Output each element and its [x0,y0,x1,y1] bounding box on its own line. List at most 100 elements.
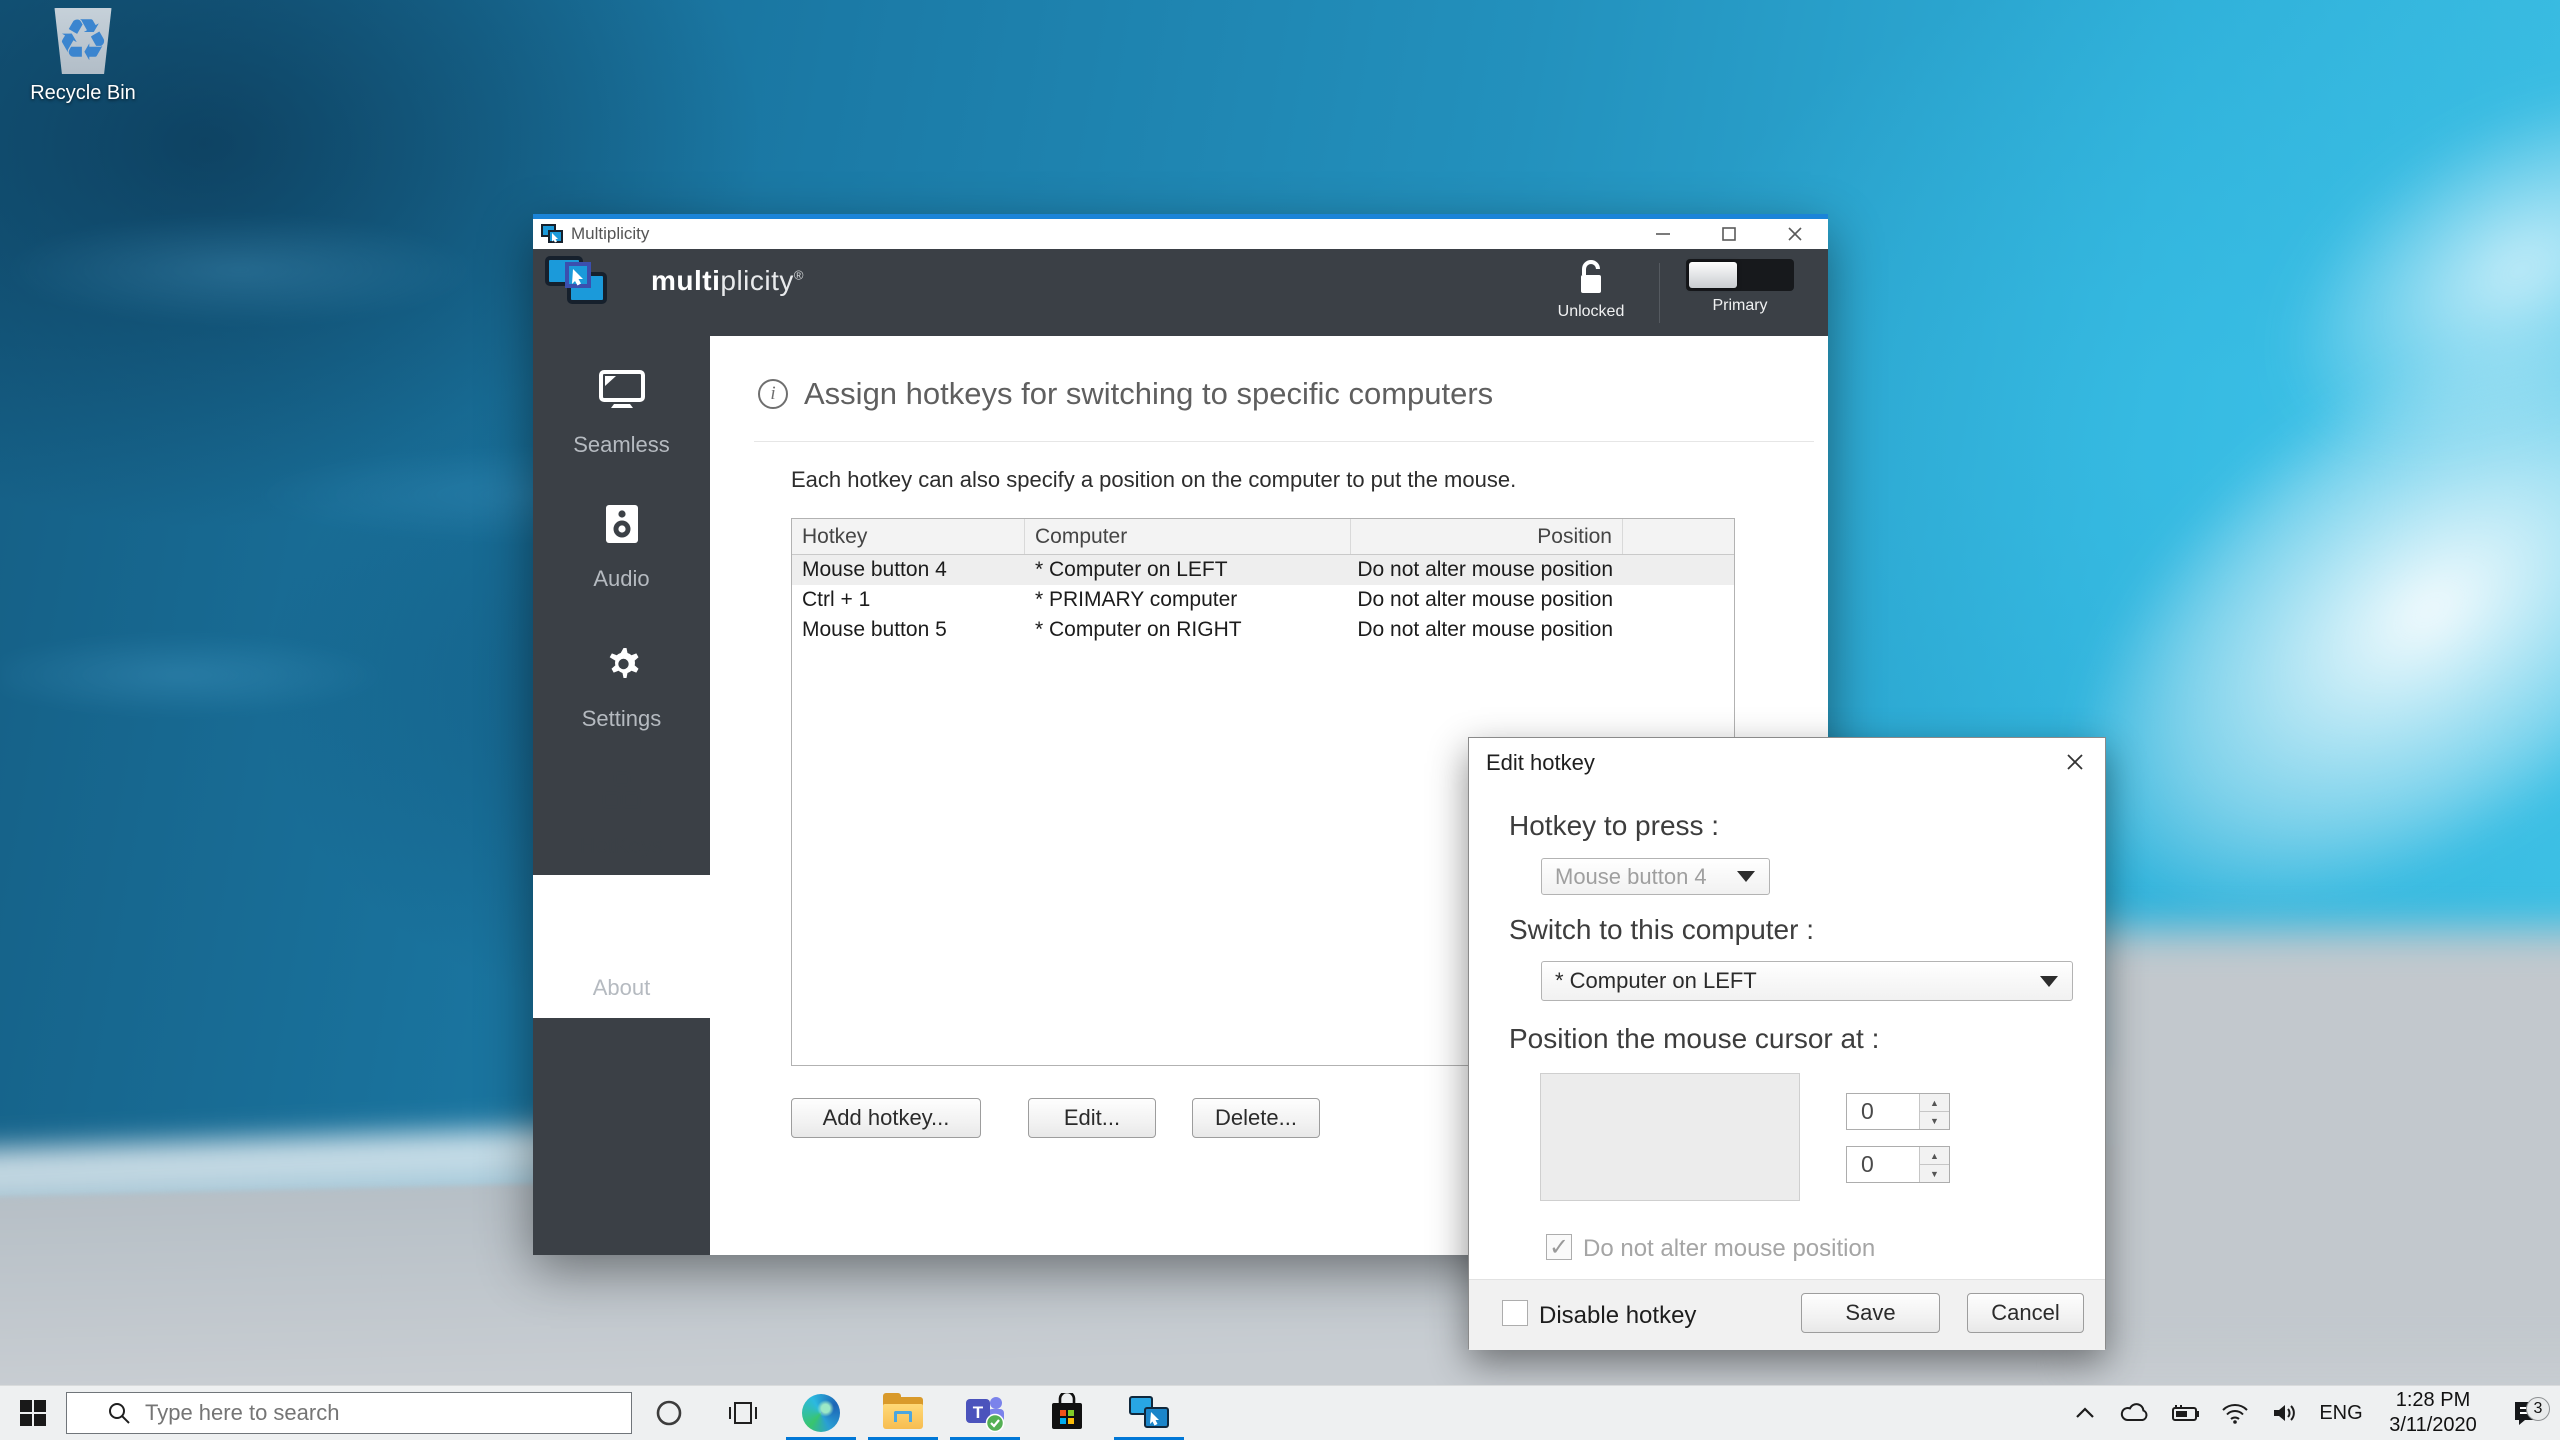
do-not-alter-checkbox[interactable]: ✓ [1546,1234,1572,1260]
hidden-icons-chevron[interactable] [2060,1406,2110,1420]
start-button[interactable] [0,1386,66,1440]
task-view-button[interactable] [706,1386,780,1440]
hotkey-to-press-label: Hotkey to press : [1509,810,1719,842]
computer-dropdown[interactable]: * Computer on LEFT [1541,961,2073,1001]
search-icon [107,1401,131,1425]
taskbar-app-teams[interactable]: T [944,1386,1026,1440]
add-hotkey-button[interactable]: Add hotkey... [791,1098,981,1138]
spin-down-button[interactable]: ▼ [1920,1165,1949,1182]
edit-button[interactable]: Edit... [1028,1098,1156,1138]
do-not-alter-label: Do not alter mouse position [1583,1235,1875,1263]
sidebar-item-settings[interactable]: Settings [533,644,710,732]
running-indicator [868,1437,938,1440]
app-header: multiplicity® Unlocked Primary [533,249,1828,336]
search-input[interactable] [145,1400,605,1426]
delete-button[interactable]: Delete... [1192,1098,1320,1138]
sidebar-item-seamless[interactable]: Seamless [533,370,710,458]
taskbar-app-edge[interactable] [780,1386,862,1440]
volume-icon[interactable] [2260,1401,2310,1425]
table-row[interactable]: Ctrl + 1 * PRIMARY computer Do not alter… [792,585,1734,615]
desktop: ♻ Recycle Bin Multiplicity [0,0,2560,1440]
taskbar-search[interactable] [66,1392,632,1434]
check-icon: ✓ [1549,1233,1569,1262]
table-row[interactable]: Mouse button 5 * Computer on RIGHT Do no… [792,615,1734,645]
task-view-icon [728,1399,758,1427]
time: 1:28 PM [2372,1388,2494,1413]
system-tray: ENG 1:28 PM 3/11/2020 3 [2060,1386,2560,1440]
recycle-bin-icon: ♻ [52,8,114,74]
taskbar-app-store[interactable] [1026,1386,1108,1440]
windows-logo-icon [20,1400,46,1426]
minimize-button[interactable] [1630,219,1696,249]
taskbar-clock[interactable]: 1:28 PM 3/11/2020 [2372,1388,2494,1438]
recycle-bin-label: Recycle Bin [18,82,148,105]
column-header-hotkey[interactable]: Hotkey [792,519,1025,554]
multiplicity-icon [1129,1396,1169,1430]
dialog-title: Edit hotkey [1486,750,1595,776]
disable-hotkey-label: Disable hotkey [1539,1302,1696,1330]
cancel-button[interactable]: Cancel [1967,1293,2084,1333]
notification-badge: 3 [2526,1397,2550,1421]
close-button[interactable] [1762,219,1828,249]
sidebar-item-hotkeys[interactable]: HotKeys [533,771,710,859]
x-coordinate-stepper[interactable]: 0 ▲ ▼ [1846,1093,1950,1130]
taskbar-app-multiplicity[interactable] [1108,1386,1190,1440]
heading-divider [754,441,1814,442]
primary-toggle[interactable] [1686,259,1794,291]
multiplicity-logo: multiplicity® [545,254,804,308]
spin-down-button[interactable]: ▼ [1920,1112,1949,1129]
hotkey-dropdown[interactable]: Mouse button 4 [1541,858,1770,895]
primary-toggle-control[interactable]: Primary [1670,259,1810,315]
running-indicator [1114,1437,1184,1440]
window-title: Multiplicity [571,224,649,244]
edit-hotkey-dialog: Edit hotkey Hotkey to press : Mouse butt… [1468,737,2106,1349]
column-header-computer[interactable]: Computer [1025,519,1351,554]
beach-sand [2080,930,2560,1360]
maximize-button[interactable] [1696,219,1762,249]
gear-icon [533,644,710,684]
cortana-button[interactable] [632,1386,706,1440]
wifi-icon[interactable] [2210,1402,2260,1424]
spin-up-button[interactable]: ▲ [1920,1094,1949,1112]
app-window-icon [541,224,563,244]
toggle-knob [1689,262,1737,288]
primary-label: Primary [1670,297,1810,315]
position-cursor-label: Position the mouse cursor at : [1509,1023,1879,1055]
dialog-close-button[interactable] [2061,748,2089,776]
page-title: Assign hotkeys for switching to specific… [804,376,1493,412]
svg-text:?: ? [615,923,627,945]
window-titlebar[interactable]: Multiplicity [533,219,1828,249]
hotkeys-sitemap-icon [533,771,710,811]
y-coordinate-stepper[interactable]: 0 ▲ ▼ [1846,1146,1950,1183]
unlocked-padlock-icon [1576,259,1606,297]
file-explorer-icon [883,1397,923,1429]
lock-label: Unlocked [1536,303,1646,321]
taskbar: T [0,1385,2560,1440]
taskbar-app-file-explorer[interactable] [862,1386,944,1440]
column-header-position[interactable]: Position [1351,519,1623,554]
spin-up-button[interactable]: ▲ [1920,1147,1949,1165]
sidebar-item-about[interactable]: ? About [533,913,710,1001]
date: 3/11/2020 [2372,1413,2494,1438]
header-divider [1659,263,1660,323]
action-center-button[interactable]: 3 [2494,1399,2560,1427]
disable-hotkey-checkbox[interactable] [1502,1300,1528,1326]
save-button[interactable]: Save [1801,1293,1940,1333]
speaker-icon [533,504,710,544]
battery-icon[interactable] [2160,1403,2210,1423]
sidebar-nav: Seamless Audio [533,336,710,1255]
running-indicator [786,1437,856,1440]
onedrive-icon[interactable] [2110,1403,2160,1423]
teams-icon: T [964,1393,1006,1433]
recycle-bin-shortcut[interactable]: ♻ Recycle Bin [18,8,148,105]
chevron-down-icon [1737,871,1755,882]
table-header-row: Hotkey Computer Position [792,519,1734,555]
lock-control[interactable]: Unlocked [1536,259,1646,321]
language-indicator[interactable]: ENG [2310,1402,2372,1425]
table-row[interactable]: Mouse button 4 * Computer on LEFT Do not… [792,555,1734,585]
dialog-footer: Disable hotkey Save Cancel [1469,1279,2105,1350]
sidebar-item-audio[interactable]: Audio [533,504,710,592]
logo-wordmark: multiplicity® [651,265,804,297]
column-header-empty [1623,519,1734,554]
screen-position-preview[interactable] [1540,1073,1800,1201]
